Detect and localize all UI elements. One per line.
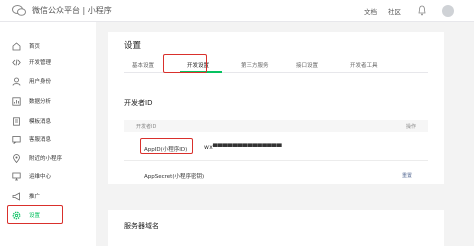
location-icon [13, 153, 20, 163]
sidebar-item-home[interactable]: 首页 [8, 38, 88, 54]
table-header: 开发者ID 操作 [124, 120, 428, 132]
server-domain-section-title: 服务器域名 [124, 222, 159, 230]
sidebar-item-data-analysis[interactable]: 数据分析 [8, 93, 88, 109]
appsecret-label: AppSecret(小程序密钥) [144, 174, 205, 180]
developer-id-section-title: 开发者ID [124, 99, 153, 107]
sidebar-item-label: 模板消息 [29, 119, 52, 125]
server-domain-panel: 服务器域名 [108, 210, 444, 246]
home-icon [12, 41, 21, 50]
top-bar: 微信公众平台 | 小程序 文档 社区 [0, 0, 474, 22]
column-header-actions: 操作 [405, 124, 416, 130]
wechat-logo-icon[interactable] [12, 5, 26, 16]
code-icon [12, 58, 21, 66]
sidebar-item-label: 客服消息 [29, 137, 52, 143]
tab-basic-settings[interactable]: 基本设置 [132, 61, 154, 69]
docs-link[interactable]: 文档 [364, 6, 377, 16]
sidebar-item-nearby-miniprogram[interactable]: 附近的小程序 [8, 150, 88, 166]
app-brand-title: 微信公众平台 | 小程序 [32, 6, 112, 15]
megaphone-icon [12, 191, 20, 201]
community-link[interactable]: 社区 [388, 6, 401, 16]
sidebar-item-promotion[interactable]: 推广 [8, 188, 88, 204]
sidebar-item-user-identity[interactable]: 用户身份 [8, 73, 88, 89]
sidebar-item-customer-service[interactable]: 客服消息 [8, 131, 88, 147]
tab-dev-tools[interactable]: 开发者工具 [350, 61, 378, 69]
service-icon [12, 135, 21, 144]
user-avatar[interactable] [442, 5, 454, 17]
sidebar-item-label: 数据分析 [29, 99, 52, 105]
sidebar-item-label: 运维中心 [29, 174, 52, 180]
tab-third-party-services[interactable]: 第三方服务 [241, 61, 269, 69]
tab-api-settings[interactable]: 接口设置 [296, 61, 318, 69]
chart-icon [12, 96, 21, 106]
settings-highlight-box [7, 205, 63, 224]
sidebar-item-dev-management[interactable]: 开发管理 [8, 54, 88, 70]
sidebar-item-label: 开发管理 [29, 60, 52, 66]
page-title: 设置 [124, 41, 142, 51]
sidebar-item-label: 用户身份 [29, 79, 52, 85]
dev-settings-tab-highlight-box [163, 54, 207, 73]
row-divider [124, 160, 428, 161]
sidebar-item-label: 首页 [29, 44, 41, 50]
appid-value: wx▀▀▀▀▀▀▀▀▀▀▀▀▀▀ [204, 144, 282, 151]
sidebar-item-label: 推广 [29, 194, 41, 200]
appid-highlight-box [140, 138, 193, 154]
sidebar-item-template-message[interactable]: 模板消息 [8, 113, 88, 129]
sidebar-item-label: 附近的小程序 [29, 156, 63, 162]
template-icon [13, 116, 20, 126]
monitor-icon [12, 172, 21, 180]
column-header-developer-id: 开发者ID [136, 124, 157, 130]
sidebar-item-ops-center[interactable]: 运维中心 [8, 168, 88, 184]
user-icon [12, 77, 21, 86]
settings-panel: 设置 基本设置 开发设置 第三方服务 接口设置 开发者工具 开发者ID 开发者I… [108, 32, 444, 184]
reset-appsecret-link[interactable]: 重置 [402, 172, 412, 179]
bell-icon[interactable] [418, 5, 426, 16]
